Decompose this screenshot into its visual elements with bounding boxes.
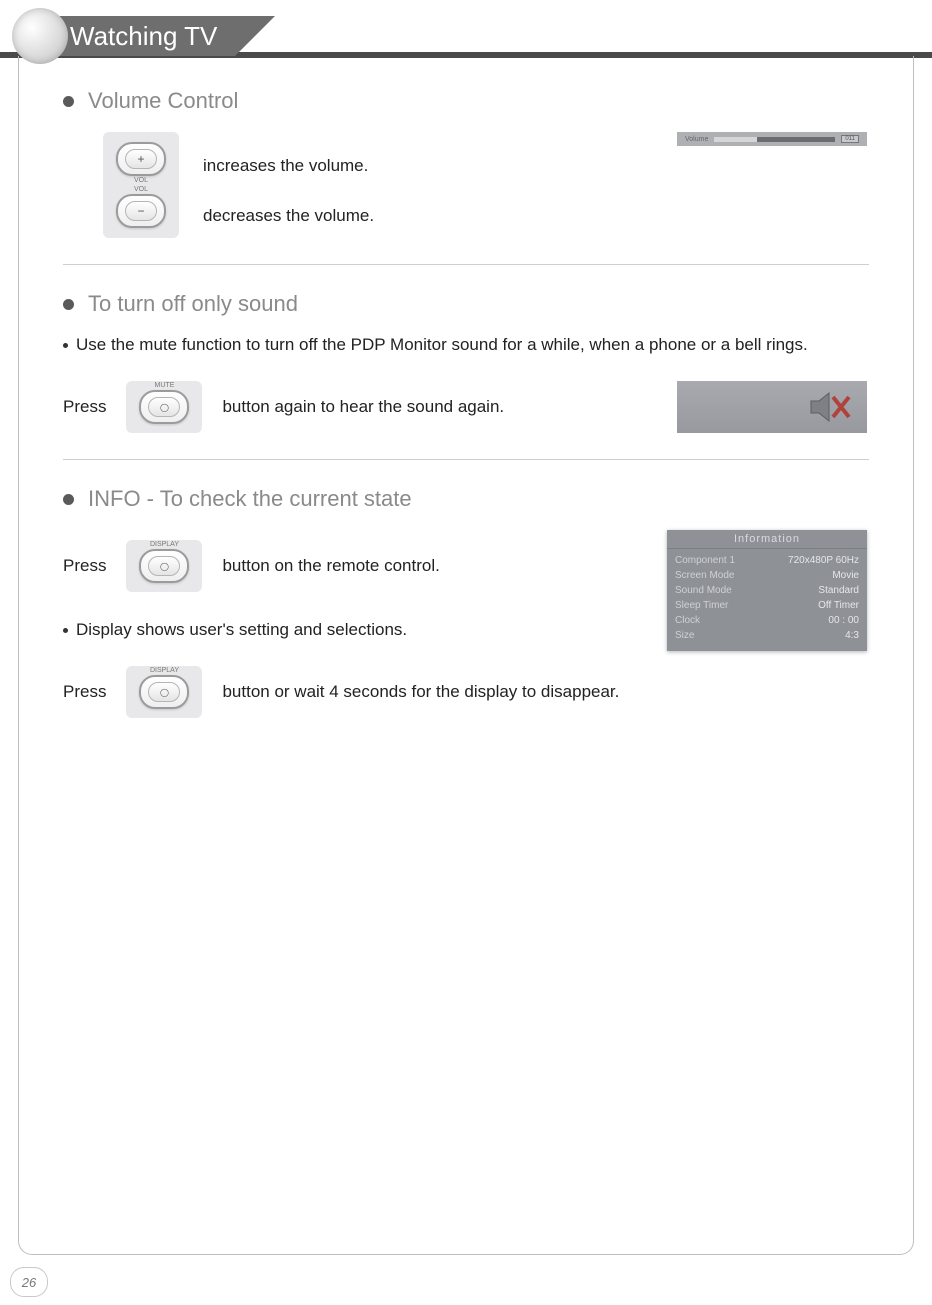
- circle-icon: ◯: [148, 397, 180, 417]
- information-osd: Information Component 1 720x480P 60Hz Sc…: [667, 530, 867, 651]
- button-caption: VOL: [134, 177, 148, 184]
- section-mute: To turn off only sound: [63, 291, 869, 317]
- volume-down-button[interactable]: − VOL: [116, 194, 166, 228]
- divider: [63, 459, 869, 460]
- info-value: 4:3: [845, 630, 859, 641]
- circle-icon: ◯: [148, 556, 180, 576]
- bullet-icon: [63, 494, 74, 505]
- volume-osd: Volume 011: [677, 132, 867, 146]
- display-button[interactable]: ◯ DISPLAY: [139, 549, 189, 583]
- display-button[interactable]: ◯ DISPLAY: [139, 675, 189, 709]
- press-suffix: button on the remote control.: [222, 556, 439, 576]
- mute-body: Use the mute function to turn off the PD…: [63, 335, 869, 355]
- info-value: 00 : 00: [828, 615, 859, 626]
- info-key: Sound Mode: [675, 585, 732, 596]
- remote-button-panel: + VOL − VOL: [103, 132, 179, 238]
- chapter-header: Watching TV: [0, 16, 932, 56]
- info-key: Screen Mode: [675, 570, 734, 581]
- press-suffix: button or wait 4 seconds for the display…: [222, 682, 619, 702]
- plus-icon: +: [125, 149, 157, 169]
- decrease-text: decreases the volume.: [203, 206, 374, 226]
- mute-button[interactable]: ◯ MUTE: [139, 390, 189, 424]
- press-prefix: Press: [63, 556, 106, 576]
- section-info: INFO - To check the current state: [63, 486, 869, 512]
- osd-volume-track: [714, 137, 835, 142]
- button-caption: VOL: [134, 186, 148, 193]
- info-value: 720x480P 60Hz: [788, 555, 859, 566]
- button-caption: MUTE: [155, 382, 175, 389]
- info-press-row-2: Press ◯ DISPLAY button or wait 4 seconds…: [63, 666, 869, 718]
- minus-icon: −: [125, 201, 157, 221]
- section-title-text: Volume Control: [88, 88, 238, 114]
- info-row: Component 1 720x480P 60Hz: [675, 553, 859, 568]
- info-row: Clock 00 : 00: [675, 613, 859, 628]
- osd-volume-label: Volume: [685, 136, 708, 143]
- bullet-icon: [63, 96, 74, 107]
- info-value: Movie: [832, 570, 859, 581]
- circle-icon: ◯: [148, 682, 180, 702]
- info-key: Size: [675, 630, 694, 641]
- press-prefix: Press: [63, 682, 106, 702]
- manual-page: Watching TV Volume Control + VOL − VOL i…: [0, 0, 932, 1305]
- info-value: Standard: [818, 585, 859, 596]
- info-key: Component 1: [675, 555, 735, 566]
- mute-osd: [677, 381, 867, 433]
- content-frame: Volume Control + VOL − VOL increases the…: [18, 56, 914, 1255]
- section-title-text: INFO - To check the current state: [88, 486, 412, 512]
- press-suffix: button again to hear the sound again.: [222, 397, 504, 417]
- volume-descriptions: increases the volume. decreases the volu…: [203, 132, 374, 226]
- section-volume-control: Volume Control: [63, 88, 869, 114]
- mute-press-row: Press ◯ MUTE button again to hear the so…: [63, 381, 869, 433]
- info-row: Screen Mode Movie: [675, 568, 859, 583]
- info-row: Sound Mode Standard: [675, 583, 859, 598]
- bullet-icon: [63, 343, 68, 348]
- section-title-text: To turn off only sound: [88, 291, 298, 317]
- remote-button-panel: ◯ DISPLAY: [126, 666, 202, 718]
- chapter-title: Watching TV: [44, 16, 235, 56]
- page-number: 26: [10, 1267, 48, 1297]
- info-key: Clock: [675, 615, 700, 626]
- mute-body-text: Use the mute function to turn off the PD…: [76, 335, 808, 355]
- osd-volume-value: 011: [841, 135, 859, 143]
- information-osd-rows: Component 1 720x480P 60Hz Screen Mode Mo…: [667, 549, 867, 651]
- mute-speaker-icon: [809, 391, 853, 423]
- info-key: Sleep Timer: [675, 600, 728, 611]
- increase-text: increases the volume.: [203, 156, 374, 176]
- information-osd-header: Information: [667, 530, 867, 549]
- remote-button-panel: ◯ DISPLAY: [126, 540, 202, 592]
- info-block: Press ◯ DISPLAY button on the remote con…: [63, 540, 869, 718]
- bullet-icon: [63, 299, 74, 310]
- remote-button-panel: ◯ MUTE: [126, 381, 202, 433]
- button-caption: DISPLAY: [150, 667, 179, 674]
- info-row: Size 4:3: [675, 628, 859, 643]
- button-caption: DISPLAY: [150, 541, 179, 548]
- info-body-text: Display shows user's setting and selecti…: [76, 620, 407, 640]
- press-prefix: Press: [63, 397, 106, 417]
- info-value: Off Timer: [818, 600, 859, 611]
- volume-up-button[interactable]: + VOL: [116, 142, 166, 176]
- info-row: Sleep Timer Off Timer: [675, 598, 859, 613]
- volume-block: + VOL − VOL increases the volume. decrea…: [103, 132, 869, 238]
- divider: [63, 264, 869, 265]
- bullet-icon: [63, 628, 68, 633]
